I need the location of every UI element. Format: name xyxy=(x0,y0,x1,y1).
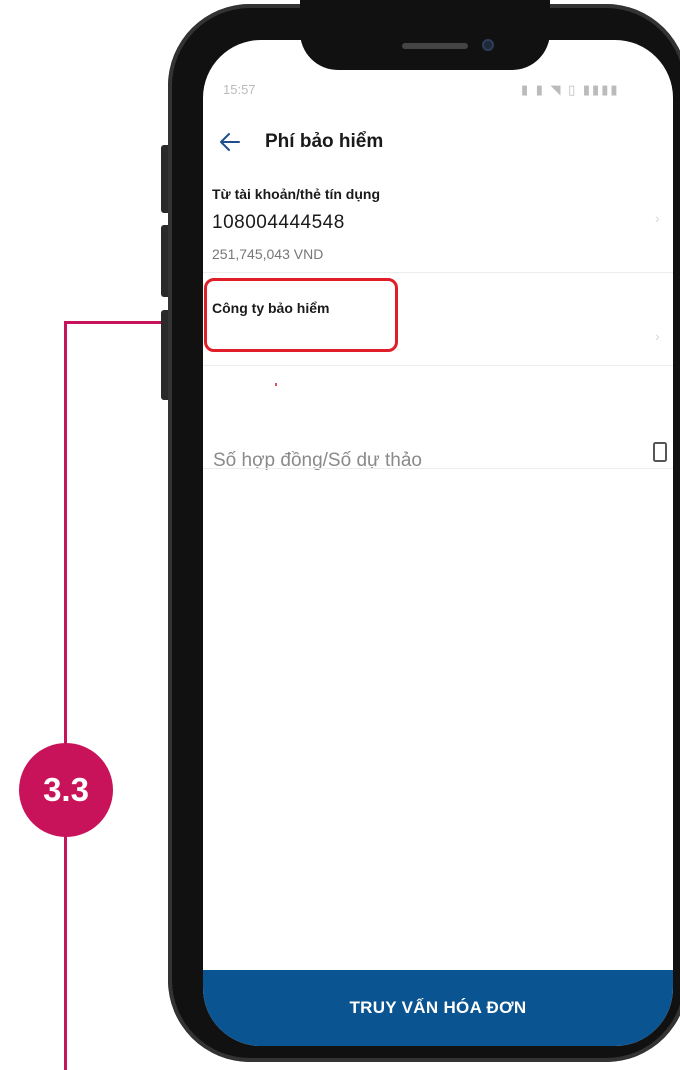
front-camera xyxy=(482,39,494,51)
status-bar: 15:57 ▮ ▮ ◥ ▯ ▮▮▮▮ xyxy=(203,72,673,102)
phone-notch xyxy=(300,0,550,70)
divider xyxy=(203,272,673,273)
chevron-right-icon: › xyxy=(655,210,660,226)
divider xyxy=(203,365,673,366)
status-icons: ▮ ▮ ◥ ▯ ▮▮▮▮ xyxy=(521,82,620,97)
status-time: 15:57 xyxy=(223,82,256,97)
document-icon[interactable] xyxy=(653,442,667,462)
arrow-left-icon[interactable] xyxy=(217,128,243,156)
app-screen: 15:57 ▮ ▮ ◥ ▯ ▮▮▮▮ Phí bảo hiểm Từ tài k… xyxy=(203,40,673,1046)
highlight-box xyxy=(204,278,398,352)
marker-dot xyxy=(275,383,277,386)
page-title: Phí bảo hiểm xyxy=(265,131,384,152)
source-account-label: Từ tài khoản/thẻ tín dụng xyxy=(212,186,381,202)
chevron-right-icon: › xyxy=(655,328,660,344)
divider xyxy=(203,468,673,469)
annotation-connector-vertical xyxy=(64,321,67,1070)
account-balance: 251,745,043 VND xyxy=(212,246,324,262)
annotation-connector-horizontal xyxy=(64,321,168,324)
speaker-grille xyxy=(402,43,468,49)
query-invoice-button[interactable]: TRUY VẤN HÓA ĐƠN xyxy=(203,970,673,1046)
app-header: Phí bảo hiểm xyxy=(203,128,673,158)
account-number: 108004444548 xyxy=(212,212,345,233)
step-badge: 3.3 xyxy=(19,743,113,837)
